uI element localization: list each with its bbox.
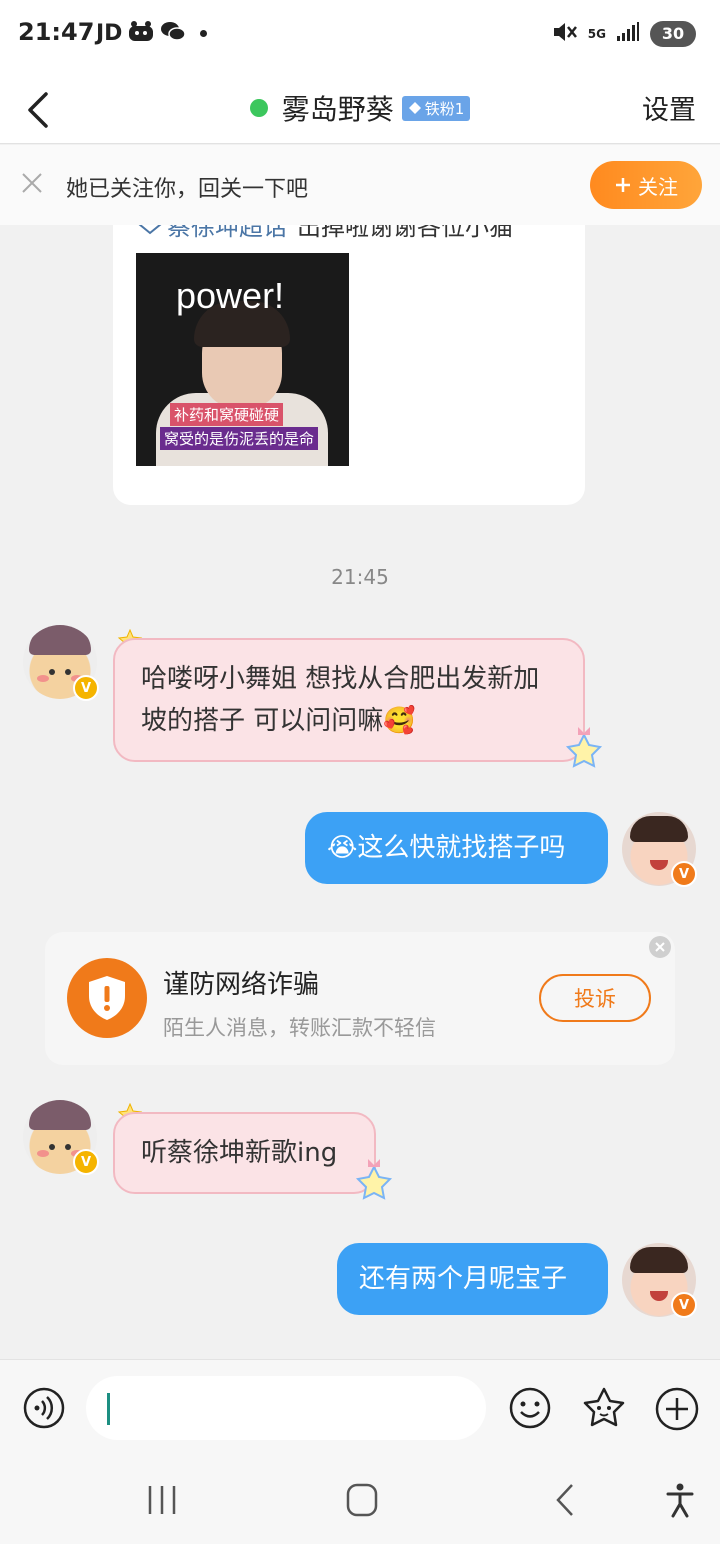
star-face-icon [583,1387,625,1427]
home-icon [346,1483,378,1517]
shield-icon [67,958,147,1038]
follow-back-banner: 她已关注你，回关一下吧 关注 [0,145,720,225]
settings-button[interactable]: 设置 [642,88,696,127]
report-button[interactable]: 投诉 [539,974,651,1022]
voice-input-button[interactable] [22,1386,66,1430]
battery-icon: 30 [650,21,696,47]
close-icon [655,942,665,952]
meme-caption-1: 补药和窝硬碰硬 [170,403,284,426]
plus-icon [616,178,630,192]
home-button[interactable] [342,1482,382,1518]
status-bar: 21:47 JD 5G 30 [0,0,720,70]
mute-icon [552,20,578,48]
diamond-icon [408,102,421,114]
status-time: 21:47 [18,18,95,46]
chat-title[interactable]: 雾岛野葵 铁粉1 [249,88,471,128]
warning-subtitle: 陌生人消息，转账汇款不轻信 [163,1016,436,1040]
message-list[interactable]: 蔡徐坤超话 出掉啦谢谢各位小猫 power! 补药和窝硬碰硬 窝受的是伤泥丢的是… [0,225,720,1359]
recents-icon [148,1486,176,1514]
system-nav-bar [0,1454,720,1544]
verified-badge-icon: V [73,1149,99,1175]
more-options-button[interactable] [654,1386,700,1432]
bow-star-decoration-icon [565,727,603,768]
shared-post-card[interactable]: 蔡徐坤超话 出掉啦谢谢各位小猫 power! 补药和窝硬碰硬 窝受的是伤泥丢的是… [113,225,585,505]
message-bubble-incoming[interactable]: 听蔡徐坤新歌ing [113,1112,376,1194]
emoji-button[interactable] [508,1386,552,1430]
notification-dot-icon [200,30,208,37]
message-bubble-outgoing[interactable]: 还有两个月呢宝子 [337,1243,608,1315]
close-warning-button[interactable] [649,936,671,958]
jd-app-icon [128,20,154,47]
verified-badge-icon: V [73,675,99,701]
message-input[interactable] [86,1376,486,1440]
signal-icon [616,22,640,46]
plus-circle-icon [655,1387,699,1431]
super-topic-link[interactable]: 蔡徐坤超话 [167,225,287,242]
voice-icon [23,1387,65,1429]
message-bubble-incoming[interactable]: 哈喽呀小舞姐 想找从合肥出发新加坡的搭子 可以问问嘛🥰 [113,638,585,762]
smiley-icon [509,1387,551,1429]
super-topic-diamond-icon [139,225,161,234]
message-bubble-outgoing[interactable]: 😭这么快就找搭子吗 [305,812,608,884]
verified-badge-icon: V [671,861,697,887]
network-label: 5G [587,27,606,41]
chat-header: 雾岛野葵 铁粉1 设置 [0,70,720,144]
back-arrow-icon [556,1484,573,1516]
sticker-button[interactable] [580,1386,628,1430]
online-status-dot [249,99,268,117]
post-text: 出掉啦谢谢各位小猫 [297,225,513,241]
accessibility-button[interactable] [660,1482,700,1518]
follow-button[interactable]: 关注 [590,161,702,209]
meme-image[interactable]: power! 补药和窝硬碰硬 窝受的是伤泥丢的是命 [136,253,349,466]
close-banner-button[interactable] [20,171,44,195]
follow-prompt: 她已关注你，回关一下吧 [66,177,309,202]
close-icon [22,173,42,193]
fraud-warning-card: 谨防网络诈骗 陌生人消息，转账汇款不轻信 投诉 [45,932,675,1065]
text-cursor [107,1393,110,1425]
accessibility-icon [666,1483,694,1518]
recent-apps-button[interactable] [142,1482,182,1518]
carrier-label: JD [96,21,123,46]
fan-level-badge: 铁粉1 [401,95,471,121]
warning-title: 谨防网络诈骗 [163,970,320,1000]
verified-badge-icon: V [671,1292,697,1318]
wechat-icon [160,20,187,47]
system-back-button[interactable] [546,1482,586,1518]
meme-caption-2: 窝受的是伤泥丢的是命 [160,427,319,450]
message-timestamp: 21:45 [331,565,389,589]
meme-title: power! [176,275,285,316]
message-input-bar [0,1359,720,1454]
contact-name: 雾岛野葵 [281,93,394,126]
bow-star-decoration-icon [355,1159,393,1200]
